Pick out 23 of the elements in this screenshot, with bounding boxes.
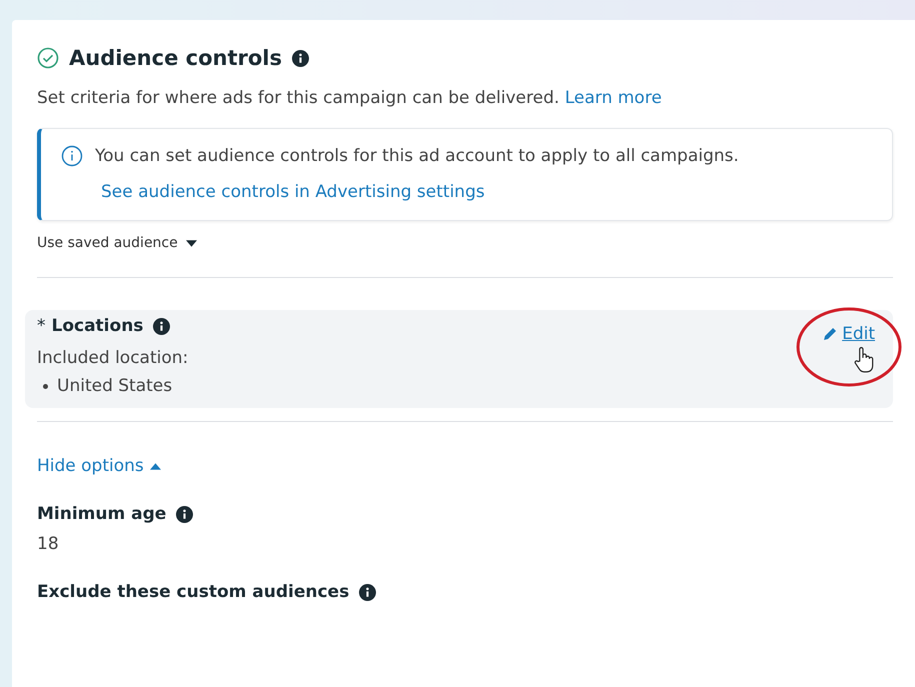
locations-title: Locations: [52, 316, 144, 336]
info-icon: [176, 506, 194, 522]
field-value: 18: [37, 534, 60, 554]
hand-cursor-icon: [853, 346, 875, 374]
section-title: Audience controls: [69, 46, 282, 70]
location-item: United States: [57, 376, 172, 396]
notice-text: You can set audience controls for this ad account to apply to all campaigns.: [95, 146, 739, 166]
learn-more-link[interactable]: Learn more: [564, 88, 662, 108]
info-icon: [359, 584, 376, 600]
field-label: Exclude these custom audiences: [37, 582, 350, 602]
hide-options-link[interactable]: Hide options: [37, 456, 161, 476]
info-outline-icon: [61, 145, 83, 167]
info-icon: [153, 318, 170, 334]
field-label: Minimum age: [37, 504, 166, 524]
edit-link[interactable]: Edit: [822, 324, 875, 344]
description-text: Set criteria for where ads for this campaign can be delivered.: [37, 88, 560, 108]
info-icon: [292, 50, 309, 66]
saved-audience-dropdown[interactable]: Use saved audience: [37, 235, 197, 251]
required-mark: *: [37, 316, 46, 336]
included-location-label: Included location:: [37, 348, 188, 368]
advertising-settings-link[interactable]: See audience controls in Advertising settings: [101, 182, 485, 202]
pencil-icon: [822, 326, 838, 342]
bullet-icon: [43, 384, 48, 388]
